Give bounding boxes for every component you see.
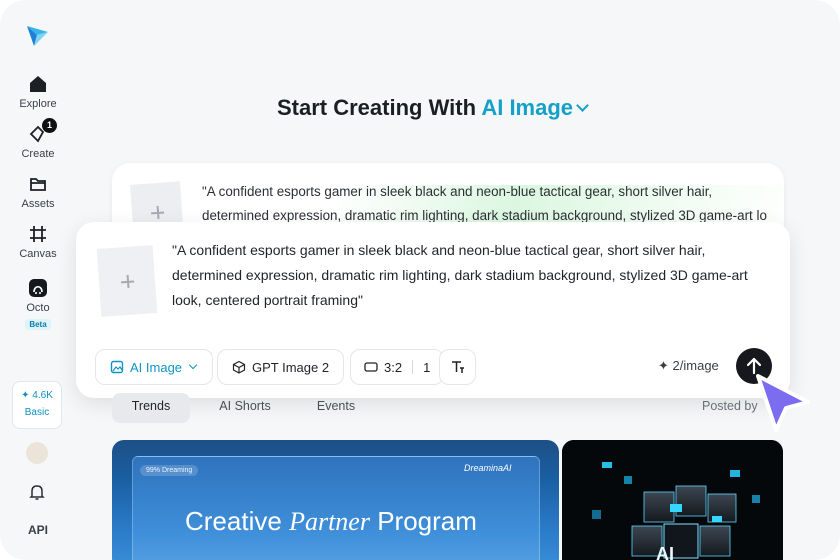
sparkle-icon: ✦: [21, 390, 30, 401]
ratio-label: 3:2: [384, 359, 403, 375]
plus-icon: [121, 275, 135, 289]
banner-tag: 99% Dreaming: [140, 465, 199, 476]
cost-indicator: ✦ 2/image: [658, 358, 719, 374]
sidebar-item-label: Octo: [26, 302, 50, 314]
folder-icon: [30, 178, 46, 191]
count-label: 1: [423, 359, 431, 375]
credits-value: 4.6K: [32, 390, 53, 401]
model-label: GPT Image 2: [252, 359, 330, 375]
chevron-down-icon: [576, 99, 589, 112]
prompt-card: "A confident esports gamer in sleek blac…: [76, 222, 790, 398]
tab-ai-shorts[interactable]: AI Shorts: [212, 393, 278, 423]
sidebar-item-label: Canvas: [19, 248, 57, 260]
image-icon: [110, 360, 124, 374]
image-upload-slot[interactable]: [96, 245, 158, 317]
cube-artwork: [562, 440, 783, 560]
canvas-icon: [30, 226, 46, 242]
text-style-button[interactable]: [439, 349, 476, 385]
plus-icon: [151, 206, 165, 220]
brand-logo: DreaminaAI: [464, 463, 512, 473]
sparkle-icon: ✦: [658, 358, 669, 373]
model-select[interactable]: GPT Image 2: [217, 349, 344, 385]
media-card-partner-program[interactable]: 99% Dreaming DreaminaAI Creative Partner…: [112, 440, 559, 560]
sidebar-item-canvas[interactable]: Canvas: [0, 223, 76, 260]
beta-badge: Beta: [25, 319, 51, 330]
cube-badge-text: AI: [656, 544, 674, 560]
octo-icon: [29, 279, 47, 297]
sidebar-item-create[interactable]: 1 Create: [0, 118, 76, 160]
chevron-down-icon: [188, 360, 198, 370]
page-title: Start Creating With AI Image: [277, 95, 589, 121]
bell-icon[interactable]: [29, 483, 45, 501]
notification-badge: 1: [42, 118, 57, 133]
tab-trends[interactable]: Trends: [112, 393, 190, 423]
sidebar-item-assets[interactable]: Assets: [0, 173, 76, 210]
pointer-cursor-icon: [756, 374, 810, 432]
sidebar-item-explore[interactable]: Explore: [0, 73, 76, 110]
ratio-count-select[interactable]: 3:2 1: [350, 349, 444, 385]
cube-icon: [232, 360, 246, 374]
prompt-text-previous: "A confident esports gamer in sleek blac…: [202, 184, 767, 223]
sidebar-item-label: Explore: [19, 98, 57, 110]
banner-title-part: Program: [377, 506, 477, 536]
cost-label: 2/image: [672, 358, 719, 373]
credits-amount: ✦ 4.6K: [13, 390, 61, 401]
text-icon: [451, 361, 464, 373]
banner-title: Creative Partner Program: [185, 506, 477, 537]
mode-select-label: AI Image: [130, 359, 183, 375]
title-prefix: Start Creating With: [277, 95, 477, 120]
plan-label: Basic: [24, 407, 50, 418]
api-link[interactable]: API: [0, 523, 76, 537]
divider: [412, 360, 414, 374]
app-window: Explore 1 Create Assets Canvas Octo Beta…: [0, 0, 840, 560]
posted-by-filter[interactable]: Posted by: [702, 399, 758, 413]
logo-icon[interactable]: [24, 22, 50, 48]
aspect-ratio-icon: [364, 362, 378, 372]
credits-button[interactable]: ✦ 4.6K Basic: [12, 381, 62, 429]
home-icon: [30, 76, 46, 92]
sidebar: Explore 1 Create Assets Canvas Octo Beta…: [0, 0, 76, 560]
sidebar-item-octo[interactable]: Octo Beta: [0, 277, 76, 332]
banner-title-part: Partner: [289, 507, 370, 536]
media-card-ai-cubes[interactable]: AI: [562, 440, 783, 560]
create-icon: 1: [27, 118, 57, 145]
mode-dropdown[interactable]: AI Image: [481, 95, 589, 120]
prompt-input[interactable]: "A confident esports gamer in sleek blac…: [172, 238, 772, 313]
sidebar-item-label: Assets: [21, 198, 55, 210]
mode-label: AI Image: [481, 95, 574, 120]
mode-select[interactable]: AI Image: [95, 349, 213, 385]
banner-title-part: Creative: [185, 506, 282, 536]
avatar[interactable]: [26, 442, 48, 464]
sidebar-item-label: Create: [21, 148, 55, 160]
tab-events[interactable]: Events: [308, 393, 364, 423]
